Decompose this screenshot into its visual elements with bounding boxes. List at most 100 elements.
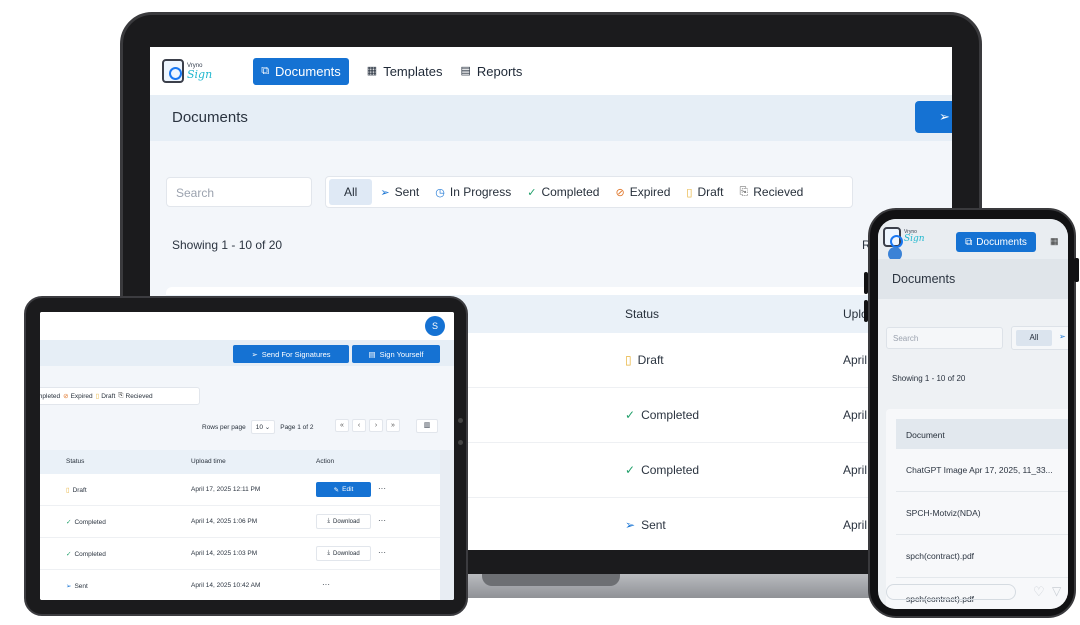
search-input[interactable]: Search	[166, 177, 312, 207]
filter-expired[interactable]: ⊘ Expired	[63, 392, 93, 401]
send-icon: ➢	[251, 349, 258, 359]
filter-all[interactable]: All	[329, 179, 373, 205]
template-icon: ▦	[366, 64, 378, 77]
upload-time-cell: April 14, 2025 10:42 AM	[191, 582, 261, 589]
filter-expired[interactable]: ⊘ Expired	[607, 179, 678, 205]
check-circle-icon: ✓	[625, 408, 636, 422]
more-options-icon[interactable]: ···	[378, 484, 386, 493]
check-circle-icon: ✓	[66, 519, 72, 526]
nav-documents-label: Documents	[976, 236, 1027, 248]
scrollbar[interactable]	[440, 450, 454, 600]
edit-label: Edit	[342, 486, 354, 493]
sign-yourself-button[interactable]: ▤ Sign Yourself	[352, 345, 440, 363]
upload-time-cell: April 14, 2025 1:06 PM	[191, 518, 258, 525]
documents-table: Document ChatGPT Image Apr 17, 2025, 11_…	[886, 409, 1068, 609]
check-circle-icon: ✓	[66, 551, 72, 558]
chevron-down-icon: ⌄	[264, 424, 271, 431]
filter-expired-label: Expired	[70, 392, 93, 400]
sign-yourself-label: Sign Yourself	[379, 349, 424, 359]
filter-completed[interactable]: ✓ Completed	[519, 179, 607, 205]
rows-per-page-select[interactable]: 10 ⌄	[250, 420, 276, 434]
more-options-icon[interactable]: ···	[322, 580, 330, 589]
phone-screen: Vryno Sign ⧉ Documents ▦ Documents Search…	[878, 219, 1068, 609]
filter-completed[interactable]: mpleted	[40, 393, 60, 400]
document-icon: ⧉	[261, 64, 270, 77]
prev-page-button[interactable]: ‹	[352, 419, 366, 432]
next-page-button[interactable]: ›	[369, 419, 383, 432]
showing-count: Showing 1 - 10 of 20	[172, 238, 283, 252]
nav-documents[interactable]: ⧉ Documents	[253, 57, 349, 85]
document-name: spch(contract).pdf	[906, 551, 975, 561]
nav-templates-label: Templates	[383, 63, 443, 79]
first-page-button[interactable]: «	[335, 419, 349, 432]
columns-button[interactable]: ▥	[416, 419, 438, 433]
send-icon: ➢	[66, 583, 72, 590]
table-row[interactable]: ✓ Completed April 14, 2025 1:03 PM ⤓ Downl…	[40, 538, 440, 570]
last-page-button[interactable]: »	[386, 419, 400, 432]
nav-reports[interactable]: ▤ Reports	[460, 64, 522, 79]
logo-icon	[883, 227, 903, 248]
filter-received[interactable]: ⎘ Recieved	[731, 179, 811, 205]
table-header: Document	[896, 419, 1068, 449]
template-icon[interactable]: ▦	[1050, 236, 1059, 247]
download-button[interactable]: ⤓ Download	[316, 514, 371, 529]
avatar[interactable]: S	[425, 316, 445, 336]
nav-reports-label: Reports	[476, 63, 523, 79]
rows-per-page-value: 10	[255, 424, 263, 431]
check-circle-icon: ✓	[625, 463, 636, 477]
status-text: Completed	[641, 463, 700, 477]
edit-button[interactable]: ✎ Edit	[316, 482, 371, 497]
laptop-notch	[482, 574, 620, 586]
send-for-signatures-button[interactable]: ➢ Send For Signatures	[233, 345, 349, 363]
status-text: Completed	[74, 550, 106, 558]
app-logo[interactable]: Vryno Sign	[883, 227, 925, 248]
table-row[interactable]: ▯ Draft April 17, 2025 12:11 PM ✎ Edit ···	[40, 474, 440, 506]
status-cell: ▯ Draft	[66, 486, 87, 495]
logo-script-text: Sign	[904, 234, 925, 244]
table-row[interactable]: spch(contract).pdf	[896, 535, 1068, 578]
filter-in-progress[interactable]: ◷ In Progress	[427, 179, 519, 205]
filter-received[interactable]: ⎘ Recieved	[118, 392, 152, 400]
filter-draft-label: Draft	[697, 185, 724, 199]
status-text: Draft	[72, 486, 87, 494]
triangle-icon: ▽	[1052, 584, 1062, 598]
nav-templates[interactable]: ▦ Templates	[367, 64, 443, 79]
search-input[interactable]: Search	[886, 327, 1003, 349]
nav-documents[interactable]: ⧉ Documents	[956, 232, 1036, 252]
column-status: Status	[66, 458, 85, 465]
received-icon: ⎘	[118, 392, 124, 399]
phone-device: Vryno Sign ⧉ Documents ▦ Documents Search…	[864, 208, 1079, 618]
filter-expired-label: Expired	[629, 185, 671, 199]
more-options-icon[interactable]: ···	[378, 516, 386, 525]
page-header: Documents	[878, 259, 1068, 299]
download-label: Download	[332, 550, 360, 557]
filter-all[interactable]: All	[1016, 330, 1052, 346]
filter-draft[interactable]: ▯ Draft	[678, 179, 731, 205]
table-row[interactable]: ChatGPT Image Apr 17, 2025, 11_33...	[896, 449, 1068, 492]
filter-completed-label: Completed	[541, 185, 600, 199]
sign-icon: ▤	[368, 349, 376, 359]
table-row[interactable]: ➢ Sent April 14, 2025 10:42 AM ···	[40, 570, 440, 600]
send-button[interactable]: ➢	[915, 101, 952, 133]
page-title: Documents	[892, 272, 956, 286]
draft-icon: ▯	[95, 393, 100, 400]
phone-power-button	[1074, 258, 1079, 282]
table-row[interactable]: SPCH-Motviz(NDA)	[896, 492, 1068, 535]
home-indicator-bar	[886, 584, 1016, 600]
page-info: Page 1 of 2	[280, 423, 314, 431]
page-title: Documents	[172, 109, 248, 126]
draft-icon: ▯	[625, 353, 632, 367]
status-cell: ✓ Completed	[625, 463, 699, 477]
status-filter-bar: mpleted ⊘Expired ▯Draft ⎘Recieved	[40, 387, 200, 405]
received-icon: ⎘	[739, 185, 749, 198]
app-logo[interactable]: Vryno Sign	[162, 59, 212, 83]
download-button[interactable]: ⤓ Download	[316, 546, 371, 561]
status-cell: ➢ Sent	[625, 518, 666, 532]
send-icon[interactable]: ➢	[1059, 332, 1066, 341]
more-options-icon[interactable]: ···	[378, 548, 386, 557]
filter-draft[interactable]: ▯ Draft	[95, 392, 116, 401]
send-icon: ➢	[380, 186, 390, 199]
table-row[interactable]: ✓ Completed April 14, 2025 1:06 PM ⤓ Downl…	[40, 506, 440, 538]
filter-sent[interactable]: ➢ Sent	[372, 179, 427, 205]
status-text: Completed	[74, 518, 106, 526]
